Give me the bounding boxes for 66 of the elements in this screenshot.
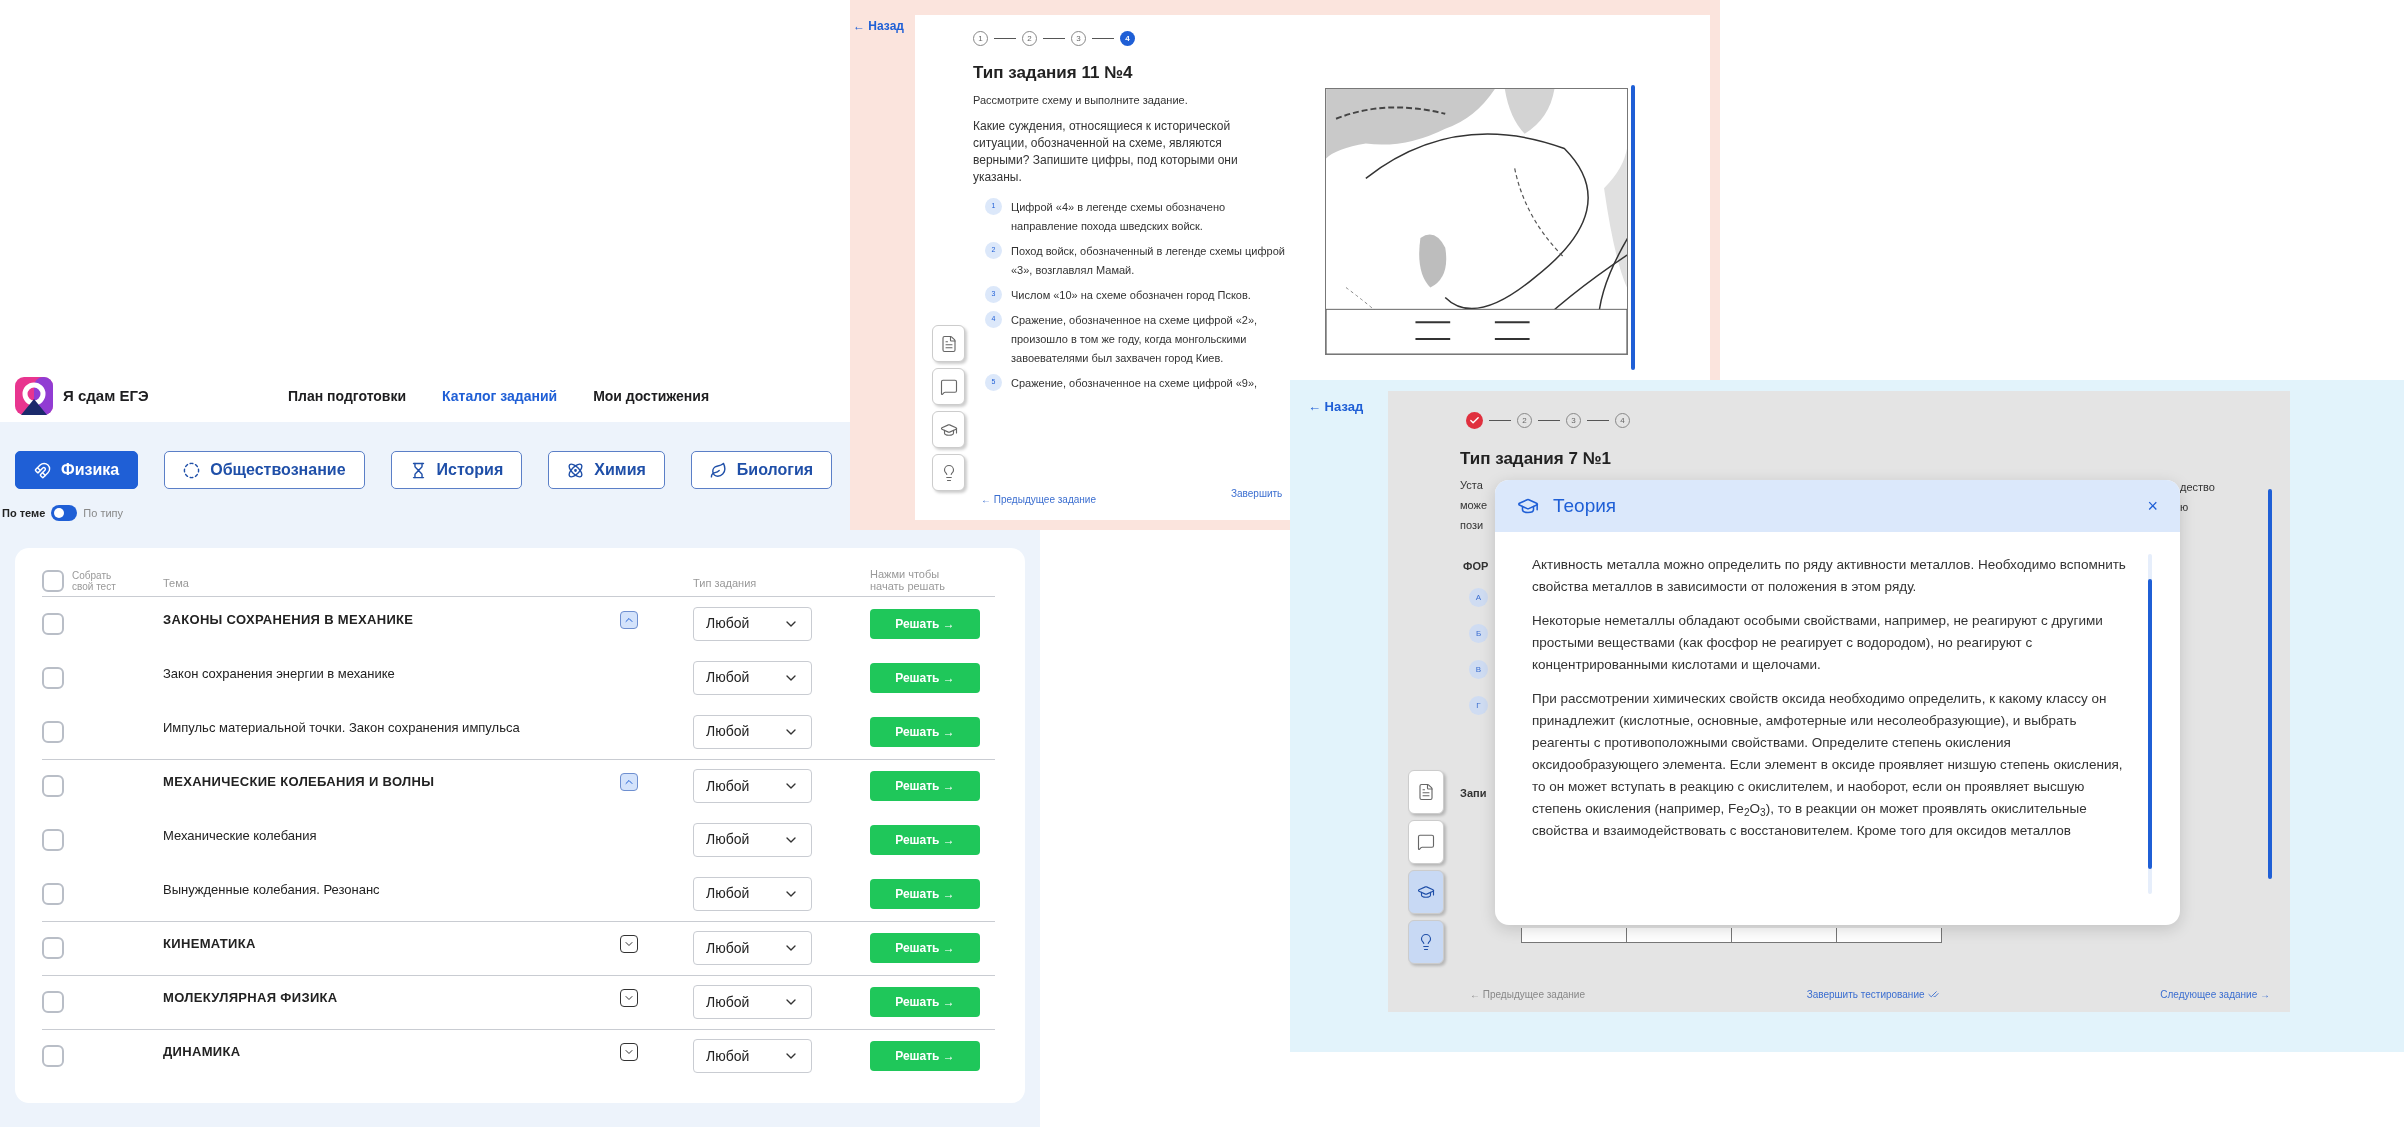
task-intro: Рассмотрите схему и выполните задание. [973, 92, 1189, 108]
topic-name: Закон сохранения энергии в механике [163, 664, 395, 683]
subject-tab[interactable]: Физика [15, 451, 139, 489]
type-select[interactable]: Любой [693, 660, 812, 695]
task-title: Тип задания 11 №4 [973, 62, 1134, 84]
option-letter: Г [1469, 696, 1488, 715]
back-link[interactable]: ← Назад [1308, 397, 1388, 417]
type-select[interactable]: Любой [693, 876, 812, 911]
option-letter: Б [1469, 624, 1488, 643]
option-text: Числом «10» на схеме обозначен город Псков. [1011, 288, 1252, 303]
back-link[interactable]: ← Назад [853, 17, 915, 35]
task-text: дество [2180, 480, 2215, 493]
type-select[interactable]: Любой [693, 985, 812, 1019]
type-select[interactable]: Любой [693, 769, 812, 803]
option-letter: А [1469, 588, 1488, 607]
topic-name: Механические колебания [163, 826, 317, 845]
task-text: пози [1460, 518, 1484, 534]
topic-name: Импульс материальной точки. Закон сохранения импульса [163, 718, 520, 737]
topic-heading: МОЛЕКУЛЯРНАЯ ФИЗИКА [163, 989, 338, 1008]
column-header: Собрать свой тест [72, 569, 117, 592]
task-title: Тип задания 7 №1 [1460, 448, 1613, 470]
subject-tab[interactable]: Химия [548, 451, 665, 489]
topic-heading: МЕХАНИЧЕСКИЕ КОЛЕБАНИЯ И ВОЛНЫ [163, 773, 435, 792]
toggle-label: По типу [83, 506, 124, 521]
type-select[interactable]: Любой [693, 606, 812, 641]
topic-heading: КИНЕМАТИКА [163, 935, 256, 954]
subject-tab[interactable]: Биология [690, 451, 833, 489]
type-select[interactable]: Любой [693, 714, 812, 749]
column-header: Нажми чтобы начать решать [870, 567, 947, 592]
nav-link[interactable]: Мои достижения [593, 385, 710, 407]
section-label: ФОР [1462, 558, 1489, 574]
topic-heading: ДИНАМИКА [163, 1043, 241, 1062]
column-header: Тип задания [693, 576, 757, 591]
type-select[interactable]: Любой [693, 931, 812, 965]
logo-text: Я сдам ЕГЭ [63, 385, 150, 406]
answer-label: Запи [1460, 786, 1487, 801]
option-text: Поход войск, обозначенный в легенде схемы цифрой «3», возглавлял Мамай. [1011, 244, 1286, 278]
type-select[interactable]: Любой [693, 1039, 812, 1073]
previous-task-link[interactable]: ← Предыдущее задание [1470, 986, 1585, 1002]
previous-task-link[interactable]: ← Предыдущее задание [981, 494, 1096, 505]
option-text: Сражение, обозначенное на схеме цифрой «2», произошло в том же году, когда монгольскими завоевателями был захвачен город Киев. [1011, 313, 1259, 366]
finish-link[interactable]: Завершить [1231, 486, 1283, 510]
type-select[interactable]: Любой [693, 822, 812, 857]
nav-link[interactable]: Каталог заданий [442, 385, 558, 407]
toggle-label: По теме [2, 506, 46, 521]
option-text: Сражение, обозначенное на схеме цифрой «9», [1011, 376, 1258, 391]
task-text: ю [2180, 500, 2189, 513]
nav-link[interactable]: План подготовки [288, 385, 407, 407]
step-current: 4 [1120, 31, 1135, 46]
task-text: Уста [1460, 478, 1483, 494]
subject-tab[interactable]: История [390, 451, 523, 489]
column-header: Тема [163, 576, 189, 591]
topic-name: Вынужденные колебания. Резонанс [163, 880, 380, 899]
theory-paragraph: При рассмотрении химических свойств оксида необходимо определить, к какому классу он принадлежит (кислотные, основные, амфотерные или несолеобразующие), и выбрать реагенты с противоположными свойствами. Определите степень окисления оксидообразующего элемента. Если элемент в оксиде проявляет низшую степень окисления, то он может вступать в реакцию с окислителем, и наоборот, если он проявляет высшую степень окисления (например, Fe$_{2}$O$_{3}$), то в реакции он может проявлять окислительные свойства и взаимодействовать с восстановителем. Кроме того для оксидов металлов [1532, 690, 2124, 840]
theory-paragraph: Некоторые неметаллы обладают особыми свойствами, например, не реагируют с другими простыми веществами (как фосфор не реагирует с водородом), но реагируют с концентрированными кислотами и щелочами. [1532, 612, 2104, 674]
topic-heading: ЗАКОНЫ СОХРАНЕНИЯ В МЕХАНИКЕ [163, 610, 414, 629]
option-letter: В [1469, 660, 1488, 679]
task-question: Какие суждения, относящиеся к исторической ситуации, обозначенной на схеме, являются верными? Запишите цифры, под которыми они указаны. [973, 118, 1239, 186]
finish-testing-link[interactable]: Завершить тестирование [1806, 986, 1939, 1002]
theory-paragraph: Активность металла можно определить по ряду активности металлов. Необходимо вспомнить свойства металлов в зависимости от положения в этом ряду. [1532, 556, 2127, 596]
dialog-title: Теория [1553, 493, 1617, 518]
task-text: може [1460, 498, 1488, 514]
close-button[interactable]: × [2147, 497, 2158, 515]
subject-tab[interactable]: Обществознание [164, 451, 365, 489]
option-text: Цифрой «4» в легенде схемы обозначено направление похода шведских войск. [1011, 200, 1227, 234]
next-task-link[interactable]: Следующее задание → [2160, 986, 2270, 1002]
